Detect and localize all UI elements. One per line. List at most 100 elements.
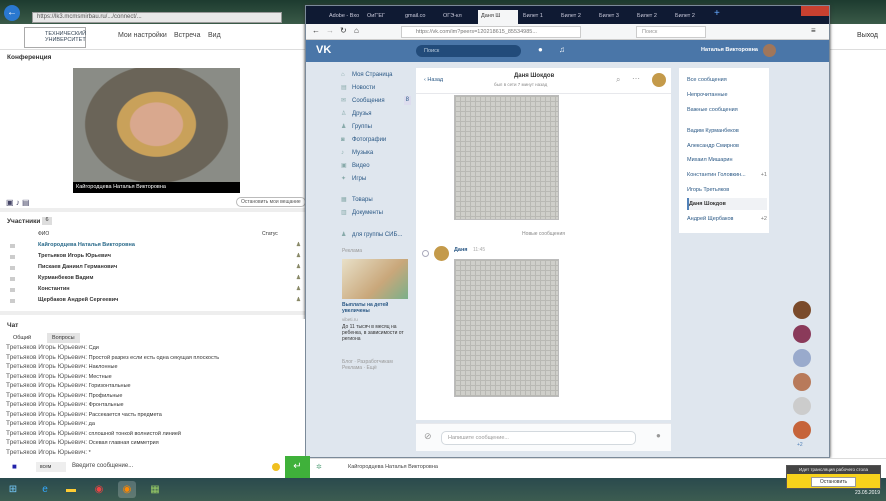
browser-tab[interactable]: Билет 3 xyxy=(596,10,632,24)
browser-search-input[interactable]: Поиск xyxy=(636,26,706,38)
avatar[interactable] xyxy=(763,44,776,57)
browser-tab[interactable]: Билет 2 xyxy=(634,10,670,24)
attach-icon[interactable]: ⊘ xyxy=(424,431,432,442)
firefox-taskbar-icon[interactable]: ◉ xyxy=(118,481,136,498)
chrome-taskbar-icon[interactable]: ◉ xyxy=(90,481,108,498)
settings-icon[interactable]: ✲ xyxy=(316,463,322,471)
nav-group-link[interactable]: ♟ для группы СИБ... xyxy=(341,229,402,241)
url-input[interactable]: https://vk.com/im?peers=120218615_855349… xyxy=(401,26,581,38)
emoji-icon[interactable] xyxy=(272,463,280,471)
reload-icon[interactable]: ↻ xyxy=(340,26,347,35)
vk-username[interactable]: Наталья Викторовна xyxy=(701,47,758,53)
back-link[interactable]: ‹ Назад xyxy=(424,77,443,83)
chat-input[interactable]: Введите сообщение... xyxy=(72,463,133,469)
close-window-button[interactable] xyxy=(801,6,829,16)
search-icon[interactable]: ⌕ xyxy=(616,75,620,85)
back-icon[interactable]: ← xyxy=(312,26,320,35)
browser-tab[interactable]: Билет 1 xyxy=(520,10,556,24)
nav-friends[interactable]: ♙ Друзья xyxy=(341,108,371,120)
menu-icon[interactable]: ≡ xyxy=(811,26,816,35)
music-icon[interactable]: ♫ xyxy=(559,45,565,54)
bell-icon[interactable]: ● xyxy=(538,45,543,54)
select-message-icon[interactable] xyxy=(422,250,429,257)
dialog-item[interactable]: Александр Смирнов xyxy=(687,140,767,152)
start-button[interactable]: ⊞ xyxy=(4,481,22,498)
dialog-item-selected[interactable]: Даня Шокдов xyxy=(687,198,767,210)
participant-row[interactable]: Третьяков Игорь Юрьевич ♟ xyxy=(0,251,305,262)
nav-my-page[interactable]: ⌂ Моя Страница xyxy=(341,69,393,81)
message-input[interactable]: Напишите сообщение... xyxy=(441,431,636,445)
nav-news[interactable]: ▤ Новости xyxy=(341,82,375,94)
nav-messages[interactable]: ✉ Сообщения 8 xyxy=(341,95,411,107)
filter-unread[interactable]: Непрочитанные xyxy=(687,89,767,101)
filter-all[interactable]: Все сообщения xyxy=(687,74,767,86)
format-icon[interactable]: ■ xyxy=(12,462,17,471)
menu-meeting[interactable]: Встреча xyxy=(174,32,200,39)
chat-avatar[interactable] xyxy=(793,397,811,415)
participant-row[interactable]: Щербаков Андрей Сергеевич ♟ xyxy=(0,295,305,306)
share-icon[interactable]: ▤ xyxy=(22,198,30,207)
recipient-select[interactable]: всем xyxy=(36,462,66,472)
filter-important[interactable]: Важные сообщения xyxy=(687,104,767,116)
nav-goods[interactable]: ▦ Товары xyxy=(341,194,373,206)
browser-tab[interactable]: gmail.co xyxy=(402,10,438,24)
microphone-icon[interactable]: ● xyxy=(656,431,661,440)
browser-tab[interactable]: Билет 2 xyxy=(672,10,708,24)
ie-taskbar-icon[interactable]: e xyxy=(36,481,54,498)
dialog-item[interactable]: Михаил Мишарин xyxy=(687,154,767,166)
menu-view[interactable]: Вид xyxy=(208,32,221,39)
stop-sharing-button[interactable]: Остановить xyxy=(811,477,856,487)
app-taskbar-icon[interactable]: ▦ xyxy=(146,481,164,498)
browser-tab[interactable]: ОГЭ-кл xyxy=(440,10,476,24)
new-tab-button[interactable]: + xyxy=(714,8,720,19)
vk-search-input[interactable]: Поиск xyxy=(416,45,521,57)
dialog-item[interactable]: Андрей Щербаков +2 xyxy=(687,213,767,225)
browser-tab[interactable]: Adobe - Вхо xyxy=(326,10,362,24)
attached-photo[interactable] xyxy=(454,259,559,397)
nav-photos[interactable]: ◙ Фотографии xyxy=(341,134,386,146)
avatar[interactable] xyxy=(652,73,666,87)
dialog-item[interactable]: Игорь Третьяков xyxy=(687,184,767,196)
more-icon[interactable]: ⋯ xyxy=(632,74,640,83)
camera-icon[interactable]: ▣ xyxy=(6,198,14,207)
browser-tab[interactable]: ОиГ'ЕГ xyxy=(364,10,400,24)
dialog-item[interactable]: Константин Головкин... +1 xyxy=(687,169,767,181)
avatar[interactable] xyxy=(434,246,449,261)
logout-link[interactable]: Выход xyxy=(857,32,878,39)
chat-avatar[interactable] xyxy=(793,373,811,391)
browser-tab-active[interactable]: Даня Ш xyxy=(478,10,518,24)
chat-avatar[interactable] xyxy=(793,301,811,319)
participant-row[interactable]: Курманбеков Вадим ♟ xyxy=(0,273,305,284)
nav-music[interactable]: ♪ Музыка xyxy=(341,147,373,159)
chat-avatar[interactable] xyxy=(793,421,811,439)
explorer-taskbar-icon[interactable]: ▬ xyxy=(62,481,80,498)
footer-link[interactable]: Ещё xyxy=(367,365,377,371)
nav-documents[interactable]: ▥ Документы xyxy=(341,207,383,219)
participant-row[interactable]: Константин ♟ xyxy=(0,284,305,295)
chat-avatar[interactable] xyxy=(793,325,811,343)
menu-settings[interactable]: Мои настройки xyxy=(118,32,167,39)
mic-icon[interactable]: ♪ xyxy=(16,198,20,207)
forward-icon[interactable]: → xyxy=(326,26,334,35)
stop-broadcast-button[interactable]: Остановить мои вещание xyxy=(236,197,306,207)
back-button[interactable]: ← xyxy=(4,5,20,21)
conversation-name[interactable]: Даня Шокдов xyxy=(514,73,554,79)
nav-games[interactable]: ✦ Игры xyxy=(341,173,366,185)
ad-image[interactable] xyxy=(342,259,408,299)
send-button[interactable]: ↵ xyxy=(285,456,310,478)
tab-general[interactable]: Общий xyxy=(8,333,37,343)
chat-avatar[interactable] xyxy=(793,349,811,367)
attached-photo[interactable] xyxy=(454,95,559,220)
address-bar[interactable]: https://lk3.mcmsmirbau.ru/.../connect/..… xyxy=(32,12,282,23)
nav-groups[interactable]: ♟ Группы xyxy=(341,121,372,133)
participant-row[interactable]: Кайгородцева Наталья Викторовна ♟ xyxy=(0,240,305,251)
footer-link[interactable]: Реклама xyxy=(342,365,362,371)
ad-headline[interactable]: Выплаты на детей увеличены xyxy=(342,302,408,314)
nav-video[interactable]: ▣ Видео xyxy=(341,160,370,172)
browser-tab[interactable]: Билет 2 xyxy=(558,10,594,24)
message-author[interactable]: Даня xyxy=(454,247,468,253)
home-icon[interactable]: ⌂ xyxy=(354,26,359,35)
tab-questions[interactable]: Вопросы xyxy=(47,333,80,343)
more-chats-count[interactable]: +2 xyxy=(797,442,803,448)
dialog-item[interactable]: Вадим Курманбеков xyxy=(687,125,767,137)
